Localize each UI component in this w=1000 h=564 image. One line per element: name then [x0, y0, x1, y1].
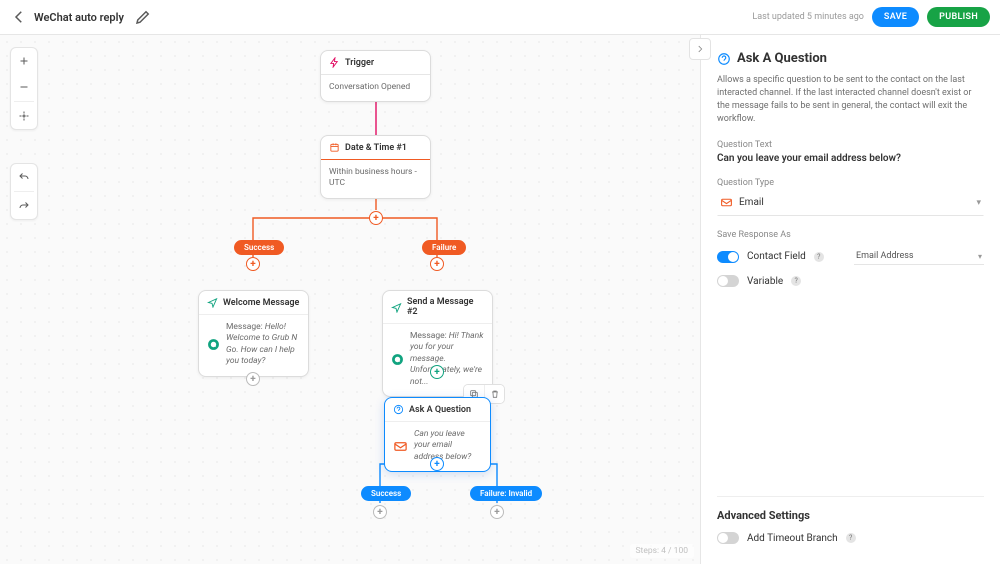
- workflow-canvas[interactable]: Trigger Conversation Opened + Date & Tim…: [0, 35, 700, 564]
- help-icon[interactable]: ?: [791, 276, 801, 286]
- contact-field-label: Contact Field: [747, 251, 806, 262]
- timeout-toggle[interactable]: [717, 532, 739, 544]
- pill-failure-1: Failure: [422, 240, 466, 255]
- question-icon: [393, 404, 404, 415]
- zoom-out-button[interactable]: [11, 74, 37, 100]
- add-step-after-welcome[interactable]: +: [246, 372, 260, 386]
- contact-field-select[interactable]: Email Address ▾: [854, 248, 984, 265]
- contact-field-row: Contact Field ? Email Address ▾: [717, 248, 984, 265]
- calendar-icon: [329, 142, 340, 153]
- chevron-down-icon: ▾: [976, 198, 981, 208]
- contact-field-toggle[interactable]: [717, 251, 739, 263]
- email-icon: [393, 439, 408, 454]
- node-send2-title: Send a Message #2: [407, 297, 484, 317]
- properties-panel: Ask A Question Allows a specific questio…: [700, 35, 1000, 564]
- node-ask-title: Ask A Question: [409, 405, 471, 415]
- node-welcome-message[interactable]: Welcome Message Message: Hello! Welcome …: [198, 290, 309, 377]
- node-datetime-body: Within business hours - UTC: [329, 167, 422, 190]
- add-step-ask-failure[interactable]: +: [490, 505, 504, 519]
- chevron-down-icon: ▾: [978, 252, 982, 261]
- question-type-select[interactable]: Email ▾: [717, 191, 984, 216]
- node-send-message-2[interactable]: Send a Message #2 Message: Hi! Thank you…: [382, 290, 493, 397]
- send-icon: [391, 302, 402, 313]
- channel-icon: [391, 353, 404, 366]
- publish-button[interactable]: PUBLISH: [927, 7, 990, 27]
- question-type-value: Email: [739, 197, 764, 208]
- node-trigger[interactable]: Trigger Conversation Opened: [320, 50, 431, 102]
- workflow-title: WeChat auto reply: [34, 11, 124, 24]
- last-updated-label: Last updated 5 minutes ago: [752, 12, 864, 22]
- zoom-in-button[interactable]: [11, 48, 37, 74]
- collapse-panel-button[interactable]: [689, 38, 711, 60]
- add-step-success-branch[interactable]: +: [246, 257, 260, 271]
- node-datetime-title: Date & Time #1: [345, 143, 407, 153]
- steps-counter: Steps: 4 / 100: [630, 544, 695, 558]
- question-icon: [717, 52, 731, 66]
- node-datetime[interactable]: Date & Time #1 Within business hours - U…: [320, 135, 431, 199]
- help-icon[interactable]: ?: [814, 252, 824, 262]
- variable-row: Variable ?: [717, 275, 984, 287]
- top-bar: WeChat auto reply Last updated 5 minutes…: [0, 0, 1000, 35]
- node-ask-body: Can you leave your email address below?: [414, 429, 482, 463]
- help-icon[interactable]: ?: [846, 533, 856, 543]
- variable-toggle[interactable]: [717, 275, 739, 287]
- variable-label: Variable: [747, 276, 783, 287]
- question-text-value[interactable]: Can you leave your email address below?: [717, 153, 984, 164]
- email-icon: [720, 196, 733, 209]
- add-step-after-send2[interactable]: +: [430, 365, 444, 379]
- node-welcome-body: Message: Hello! Welcome to Grub N Go. Ho…: [226, 322, 300, 368]
- timeout-row: Add Timeout Branch ?: [717, 532, 984, 544]
- timeout-label: Add Timeout Branch: [747, 533, 838, 544]
- canvas-toolbox-zoom: [10, 47, 38, 130]
- add-branch-ask[interactable]: +: [430, 457, 444, 471]
- channel-icon: [207, 338, 220, 351]
- trigger-icon: [329, 57, 340, 68]
- connector-lines: [0, 35, 700, 564]
- node-trigger-title: Trigger: [345, 58, 374, 68]
- pill-success-1: Success: [234, 240, 284, 255]
- node-welcome-title: Welcome Message: [223, 298, 299, 308]
- redo-button[interactable]: [11, 193, 37, 219]
- question-text-label: Question Text: [717, 140, 984, 150]
- question-type-label: Question Type: [717, 178, 984, 188]
- advanced-settings-label: Advanced Settings: [717, 509, 984, 522]
- panel-description: Allows a specific question to be sent to…: [717, 74, 984, 126]
- undo-button[interactable]: [11, 164, 37, 190]
- back-icon[interactable]: [10, 8, 28, 26]
- edit-title-icon[interactable]: [134, 8, 152, 26]
- node-send2-body: Message: Hi! Thank you for your message.…: [410, 331, 484, 388]
- node-trigger-body: Conversation Opened: [329, 82, 422, 93]
- pill-success-2: Success: [361, 486, 411, 501]
- add-branch-datetime[interactable]: +: [369, 211, 383, 225]
- add-step-failure-branch[interactable]: +: [430, 257, 444, 271]
- save-response-label: Save Response As: [717, 230, 984, 240]
- save-button[interactable]: SAVE: [872, 7, 919, 27]
- add-step-ask-success[interactable]: +: [373, 505, 387, 519]
- panel-title: Ask A Question: [737, 51, 827, 66]
- pill-failure-2: Failure: Invalid: [470, 486, 542, 501]
- send-icon: [207, 297, 218, 308]
- canvas-toolbox-history: [10, 163, 38, 220]
- fit-view-button[interactable]: [11, 103, 37, 129]
